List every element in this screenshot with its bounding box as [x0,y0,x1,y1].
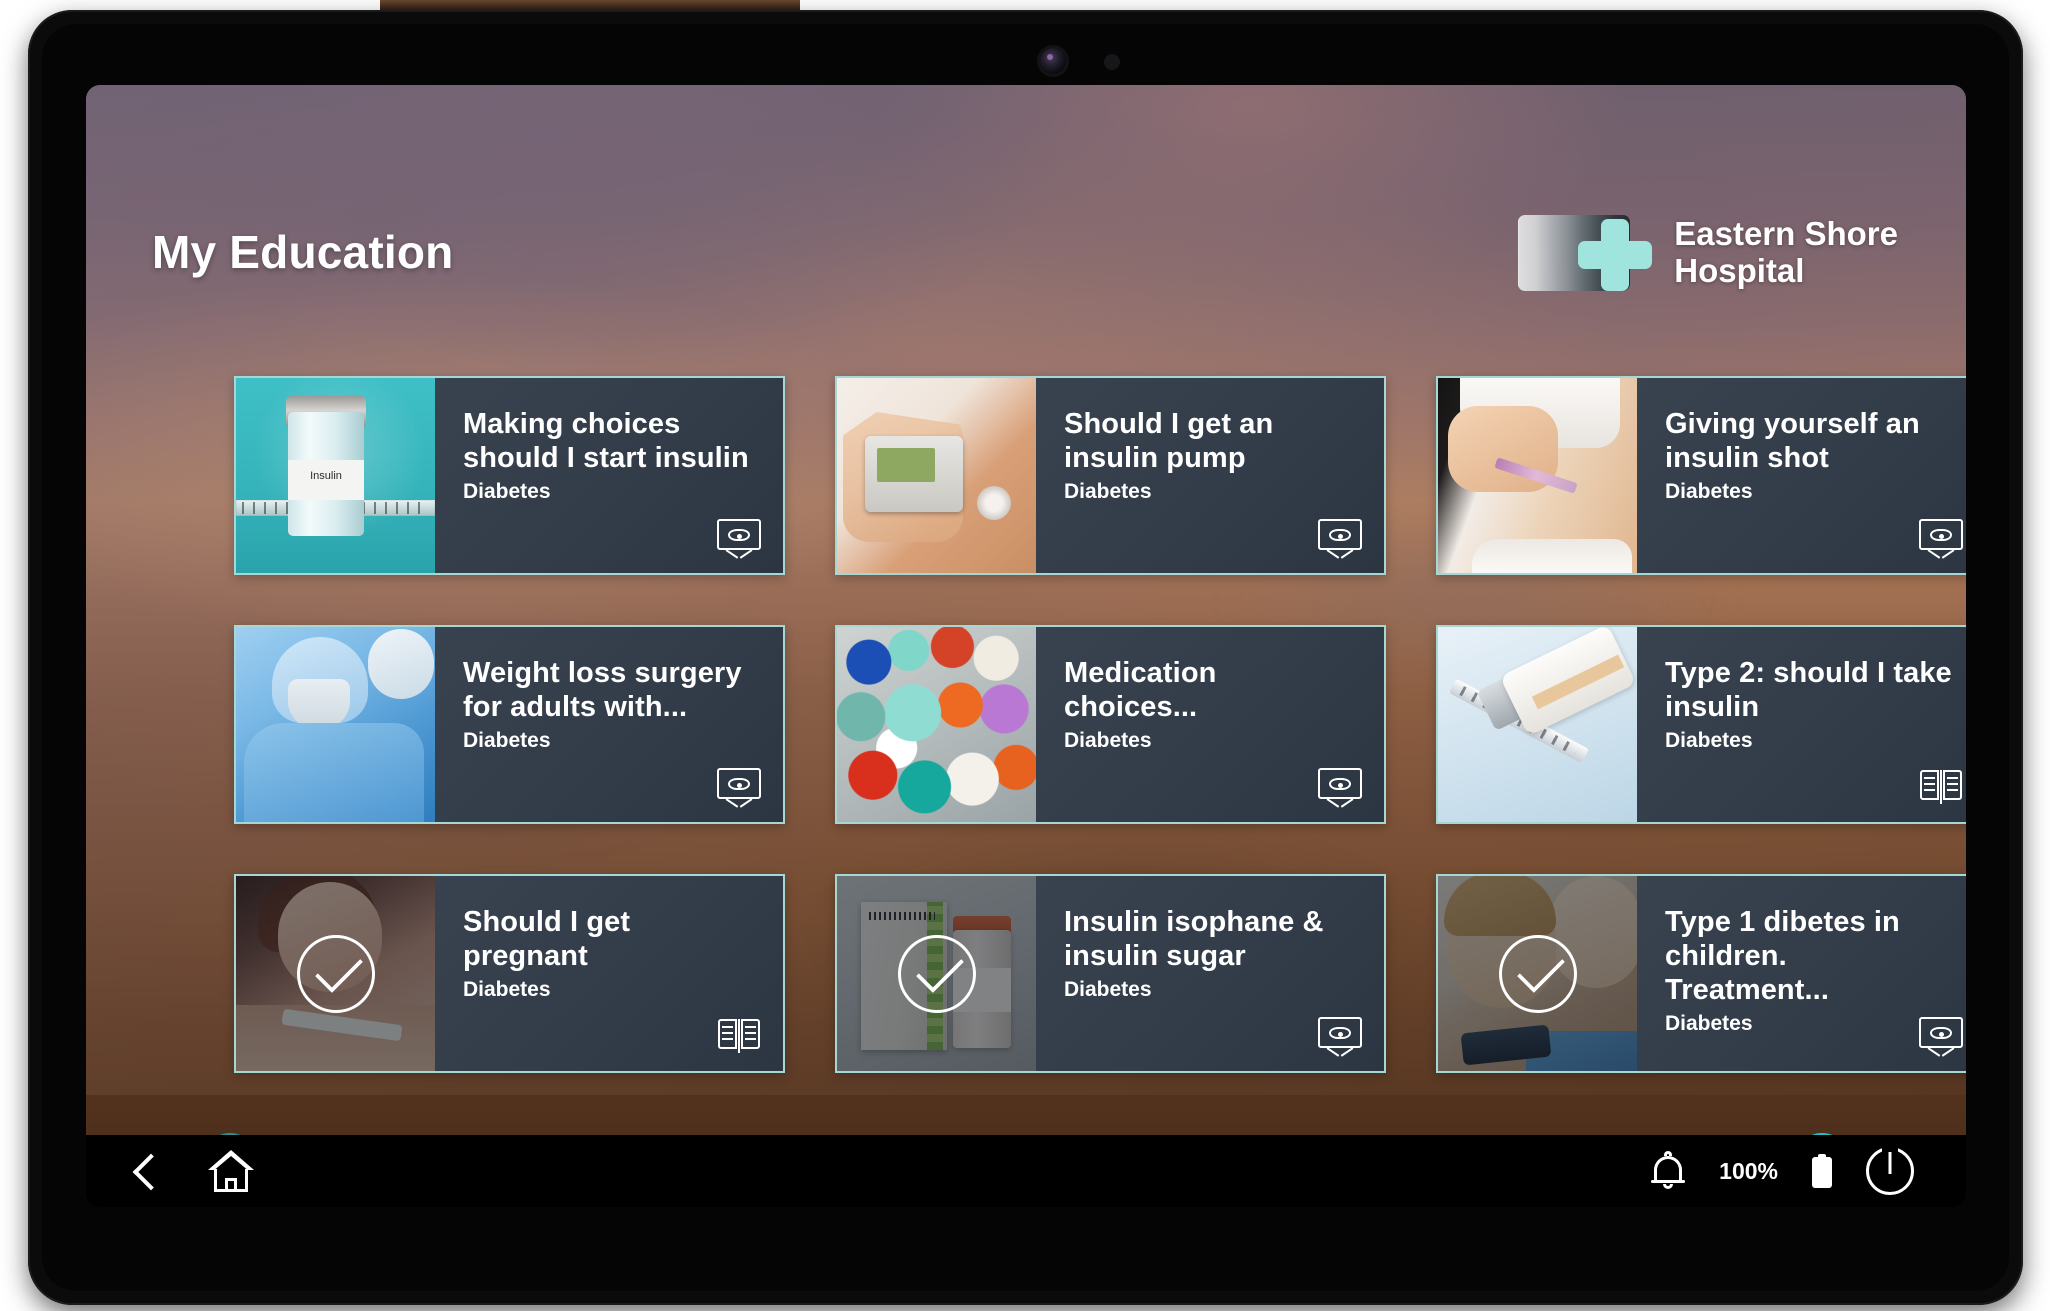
battery-full-icon [1812,1154,1832,1188]
video-icon [717,519,761,560]
card-body: Medication choices... Diabetes [1036,627,1384,822]
card-body: Giving yourself an insulin shot Diabetes [1637,378,1966,573]
sensor-icon [1104,54,1120,70]
card-title: Should I get pregnant [463,906,631,972]
card-body: Weight loss surgery for adults with... Di… [435,627,783,822]
card-category: Diabetes [1665,1011,1753,1035]
card-category: Diabetes [1064,977,1152,1001]
card-thumbnail [837,378,1036,573]
book-icon [1919,768,1963,806]
video-icon [717,768,761,809]
education-card[interactable]: Giving yourself an insulin shot Diabetes [1436,376,1966,575]
card-category: Diabetes [1064,728,1152,752]
education-card[interactable]: Should I get pregnant Diabetes [234,874,785,1073]
home-icon[interactable] [208,1150,254,1192]
completed-check-icon [897,934,976,1013]
bell-icon[interactable] [1651,1151,1686,1191]
education-card[interactable]: Should I get an insulin pump Diabetes [835,376,1386,575]
logo-text-line1: Eastern Shore [1674,215,1898,253]
card-title: Insulin isophane & insulin sugar [1064,906,1324,972]
education-card[interactable]: Type 1 dibetes in children. Treatment...… [1436,874,1966,1073]
card-thumbnail [236,378,435,573]
medical-cross-icon [1578,219,1653,291]
card-thumbnail [236,876,435,1071]
card-thumbnail [1438,378,1637,573]
video-icon [1919,1017,1963,1058]
card-title: Weight loss surgery for adults with... [463,657,742,723]
completed-check-icon [1498,934,1577,1013]
card-body: Type 1 dibetes in children. Treatment...… [1637,876,1966,1071]
education-card[interactable]: Medication choices... Diabetes [835,625,1386,824]
video-icon [1919,519,1963,560]
card-title: Type 1 dibetes in children. Treatment... [1665,906,1900,1006]
education-card[interactable]: Weight loss surgery for adults with... Di… [234,625,785,824]
card-category: Diabetes [463,479,551,503]
card-thumbnail [1438,627,1637,822]
video-icon [1318,519,1362,560]
hospital-logo: Eastern Shore Hospital [1518,215,1898,291]
logo-mark [1518,215,1664,291]
battery-percent-label: 100% [1719,1157,1778,1184]
power-icon[interactable] [1866,1146,1914,1195]
navbar-right-group: 100% [1651,1146,1914,1195]
card-category: Diabetes [463,977,551,1001]
card-body: Should I get pregnant Diabetes [435,876,783,1071]
education-card-grid: Making choices should I start insulin Dia… [234,376,1966,1073]
card-category: Diabetes [463,728,551,752]
card-body: Insulin isophane & insulin sugar Diabetes [1036,876,1384,1071]
logo-text: Eastern Shore Hospital [1674,215,1898,290]
camera-icon [1040,48,1066,74]
card-body: Should I get an insulin pump Diabetes [1036,378,1384,573]
card-thumbnail [1438,876,1637,1071]
education-card[interactable]: Making choices should I start insulin Dia… [234,376,785,575]
video-icon [1318,1017,1362,1058]
card-thumbnail [837,876,1036,1071]
book-icon [717,1017,761,1055]
education-card[interactable]: Insulin isophane & insulin sugar Diabetes [835,874,1386,1073]
card-body: Type 2: should I take insulin Diabetes [1637,627,1966,822]
card-category: Diabetes [1665,479,1753,503]
tablet-screen: My Education Eastern Shore Hospital Maki… [86,85,1966,1179]
card-title: Giving yourself an insulin shot [1665,408,1920,474]
card-category: Diabetes [1665,728,1753,752]
card-title: Making choices should I start insulin [463,408,749,474]
logo-text-line2: Hospital [1674,252,1805,289]
navbar-left-group [128,1150,254,1192]
card-title: Type 2: should I take insulin [1665,657,1952,723]
video-icon [1318,768,1362,809]
card-title: Should I get an insulin pump [1064,408,1274,474]
card-category: Diabetes [1064,479,1152,503]
card-body: Making choices should I start insulin Dia… [435,378,783,573]
card-thumbnail [236,627,435,822]
card-thumbnail [837,627,1036,822]
back-chevron-icon[interactable] [128,1154,162,1188]
system-navbar: 100% [86,1135,1966,1207]
education-card[interactable]: Type 2: should I take insulin Diabetes [1436,625,1966,824]
page-title: My Education [152,226,454,278]
screenshot-scene: My Education Eastern Shore Hospital Maki… [0,0,2050,1311]
card-title: Medication choices... [1064,657,1217,723]
completed-check-icon [296,934,375,1013]
